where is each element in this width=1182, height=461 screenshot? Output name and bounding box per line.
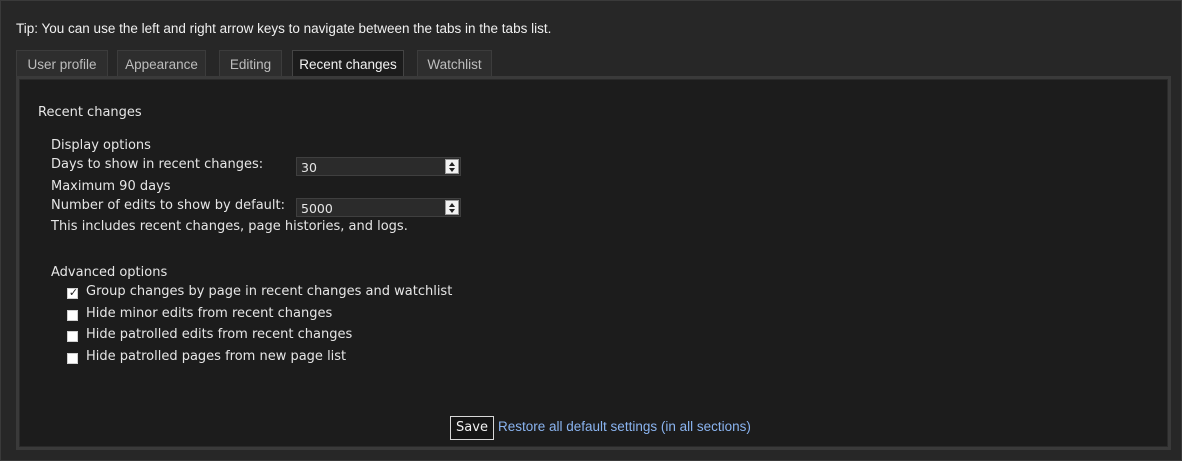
- section-title: Recent changes: [38, 105, 142, 120]
- days-spin-down-icon[interactable]: [449, 167, 455, 172]
- tab-appearance[interactable]: Appearance: [117, 50, 206, 76]
- hide-patrolled-pages-label: Hide patrolled pages from new page list: [86, 349, 347, 364]
- tab-user-profile[interactable]: User profile: [16, 50, 108, 76]
- hide-patrolled-pages-checkbox[interactable]: [67, 353, 78, 364]
- hide-patrolled-edits-label: Hide patrolled edits from recent changes: [86, 327, 353, 342]
- tab-watchlist[interactable]: Watchlist: [417, 50, 492, 76]
- tab-editing[interactable]: Editing: [219, 50, 282, 76]
- days-spin-up-icon[interactable]: [449, 161, 455, 166]
- days-help: Maximum 90 days: [51, 179, 171, 194]
- edits-field: [296, 198, 461, 217]
- edits-spin-up-icon[interactable]: [449, 202, 455, 207]
- restore-defaults-link[interactable]: Restore all default settings (in all sec…: [498, 419, 751, 434]
- tip-text: Tip: You can use the left and right arro…: [16, 21, 552, 36]
- advanced-options-heading: Advanced options: [51, 265, 168, 280]
- edits-spinner: [445, 200, 459, 215]
- save-button[interactable]: Save: [450, 416, 494, 440]
- days-field: [296, 157, 461, 176]
- display-options-heading: Display options: [51, 138, 151, 153]
- tab-panel: Recent changes Display options Days to s…: [16, 76, 1171, 450]
- edits-help: This includes recent changes, page histo…: [51, 219, 408, 234]
- edits-label: Number of edits to show by default:: [51, 198, 285, 213]
- edits-input[interactable]: [297, 199, 443, 216]
- tab-panel-content: Recent changes Display options Days to s…: [19, 79, 1168, 447]
- days-spinner: [445, 159, 459, 174]
- hide-minor-edits-label: Hide minor edits from recent changes: [86, 306, 333, 321]
- hide-minor-edits-checkbox[interactable]: [67, 310, 78, 321]
- preferences-window: Tip: You can use the left and right arro…: [0, 0, 1182, 461]
- days-label: Days to show in recent changes:: [51, 157, 264, 172]
- group-changes-checkbox[interactable]: ✓: [67, 286, 79, 299]
- group-changes-label: Group changes by page in recent changes …: [86, 284, 453, 299]
- days-input[interactable]: [297, 158, 443, 175]
- checkmark-icon: ✓: [68, 286, 79, 299]
- hide-patrolled-edits-checkbox[interactable]: [67, 331, 78, 342]
- tab-recent-changes[interactable]: Recent changes: [292, 50, 404, 77]
- edits-spin-down-icon[interactable]: [449, 208, 455, 213]
